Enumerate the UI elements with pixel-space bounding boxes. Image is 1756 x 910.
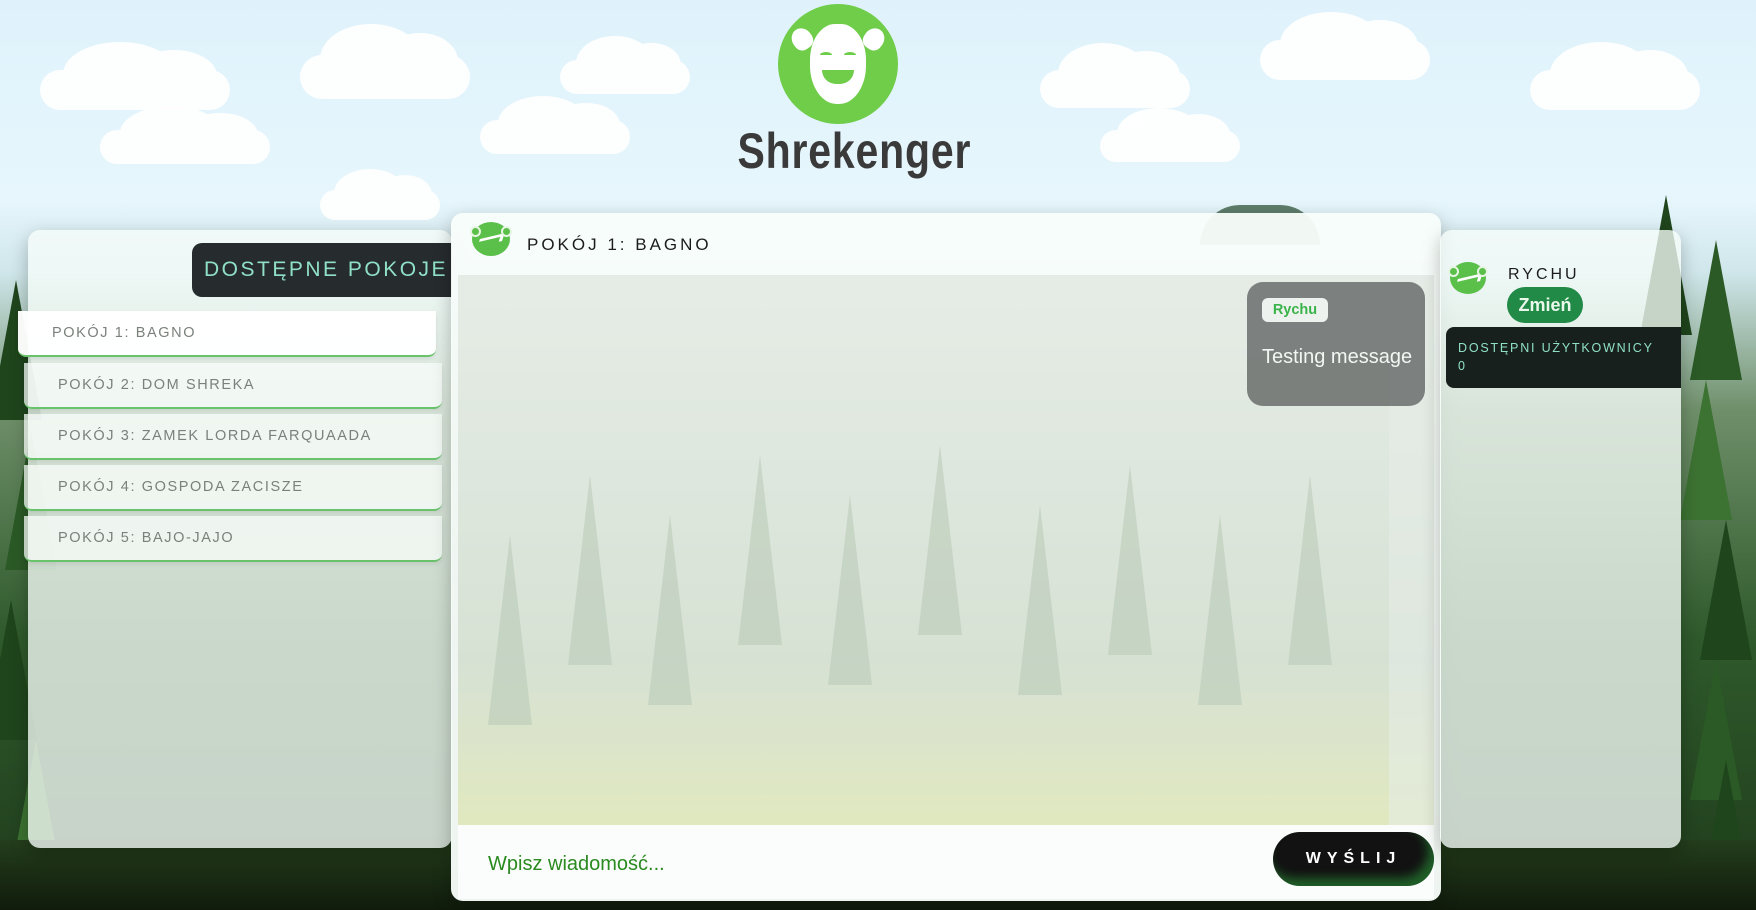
- room-icon: [470, 222, 512, 256]
- room-item-dom-shreka[interactable]: POKÓJ 2: DOM SHREKA: [24, 363, 442, 409]
- rooms-title: DOSTĘPNE POKOJE: [192, 243, 452, 297]
- available-users-count: 0: [1458, 359, 1467, 373]
- available-users-label: DOSTĘPNI UŻYTKOWNICY: [1458, 341, 1654, 355]
- room-item-zamek[interactable]: POKÓJ 3: ZAMEK LORDA FARQUAADA: [24, 414, 442, 460]
- change-name-button[interactable]: Zmień: [1507, 287, 1583, 323]
- available-users-box: DOSTĘPNI UŻYTKOWNICY 0: [1446, 327, 1681, 388]
- room-item-bagno[interactable]: POKÓJ 1: BAGNO: [18, 311, 436, 357]
- user-name: RYCHU: [1508, 266, 1580, 283]
- chat-room-title: POKÓJ 1: BAGNO: [527, 235, 712, 254]
- app-logo: Shrekenger: [715, 4, 972, 184]
- app-title: Shrekenger: [737, 123, 972, 179]
- message-input[interactable]: [488, 845, 1248, 883]
- user-avatar-icon: [1448, 262, 1488, 294]
- message-text: Testing message: [1262, 346, 1413, 368]
- room-item-bajo-jajo[interactable]: POKÓJ 5: BAJO-JAJO: [24, 516, 442, 562]
- room-item-gospoda[interactable]: POKÓJ 4: GOSPODA ZACISZE: [24, 465, 442, 511]
- send-button[interactable]: WYŚLIJ: [1273, 832, 1434, 886]
- shrek-logo-icon: [778, 4, 898, 124]
- message-author: Rychu: [1262, 298, 1328, 322]
